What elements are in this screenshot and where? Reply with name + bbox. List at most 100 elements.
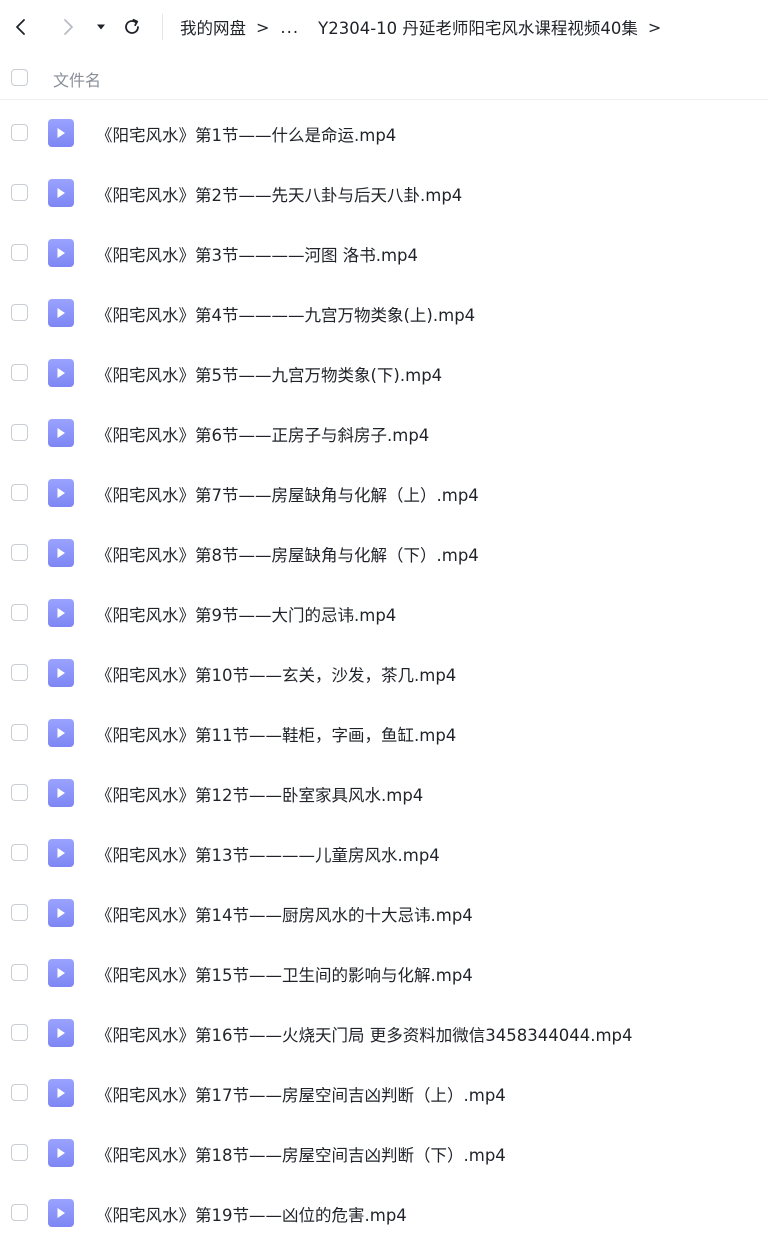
file-name: 《阳宅风水》第9节——大门的忌讳.mp4 bbox=[96, 606, 397, 625]
back-button[interactable] bbox=[7, 12, 35, 42]
video-file-icon bbox=[48, 119, 74, 147]
play-icon bbox=[57, 788, 65, 798]
file-checkbox[interactable] bbox=[11, 784, 28, 801]
file-checkbox[interactable] bbox=[11, 1144, 28, 1161]
file-checkbox[interactable] bbox=[11, 544, 28, 561]
play-icon bbox=[57, 548, 65, 558]
file-name: 《阳宅风水》第2节——先天八卦与后天八卦.mp4 bbox=[96, 186, 463, 205]
file-row[interactable]: 《阳宅风水》第11节——鞋柜，字画，鱼缸.mp4 bbox=[0, 703, 768, 763]
play-icon bbox=[57, 728, 65, 738]
file-checkbox[interactable] bbox=[11, 1024, 28, 1041]
video-file-icon bbox=[48, 539, 74, 567]
play-icon bbox=[57, 428, 65, 438]
file-row[interactable]: 《阳宅风水》第12节——卧室家具风水.mp4 bbox=[0, 763, 768, 823]
file-row[interactable]: 《阳宅风水》第17节——房屋空间吉凶判断（上）.mp4 bbox=[0, 1063, 768, 1123]
file-checkbox[interactable] bbox=[11, 424, 28, 441]
file-row[interactable]: 《阳宅风水》第5节——九宫万物类象(下).mp4 bbox=[0, 343, 768, 403]
play-icon bbox=[57, 908, 65, 918]
file-checkbox[interactable] bbox=[11, 904, 28, 921]
file-row[interactable]: 《阳宅风水》第14节——厨房风水的十大忌讳.mp4 bbox=[0, 883, 768, 943]
file-checkbox[interactable] bbox=[11, 1084, 28, 1101]
video-file-icon bbox=[48, 779, 74, 807]
file-checkbox[interactable] bbox=[11, 244, 28, 261]
play-icon bbox=[57, 1088, 65, 1098]
file-row[interactable]: 《阳宅风水》第7节——房屋缺角与化解（上）.mp4 bbox=[0, 463, 768, 523]
video-file-icon bbox=[48, 599, 74, 627]
breadcrumb-separator-end: > bbox=[647, 17, 662, 37]
file-row[interactable]: 《阳宅风水》第19节——凶位的危害.mp4 bbox=[0, 1183, 768, 1243]
play-icon bbox=[57, 188, 65, 198]
caret-down-icon bbox=[97, 24, 105, 30]
file-name: 《阳宅风水》第6节——正房子与斜房子.mp4 bbox=[96, 426, 430, 445]
file-name: 《阳宅风水》第3节————河图 洛书.mp4 bbox=[96, 246, 419, 265]
file-row[interactable]: 《阳宅风水》第2节——先天八卦与后天八卦.mp4 bbox=[0, 163, 768, 223]
file-row[interactable]: 《阳宅风水》第6节——正房子与斜房子.mp4 bbox=[0, 403, 768, 463]
file-row[interactable]: 《阳宅风水》第1节——什么是命运.mp4 bbox=[0, 103, 768, 163]
file-checkbox[interactable] bbox=[11, 604, 28, 621]
play-icon bbox=[57, 248, 65, 258]
breadcrumb-ellipsis[interactable]: ... bbox=[280, 18, 299, 37]
video-file-icon bbox=[48, 239, 74, 267]
file-name: 《阳宅风水》第12节——卧室家具风水.mp4 bbox=[96, 786, 424, 805]
file-name: 《阳宅风水》第7节——房屋缺角与化解（上）.mp4 bbox=[96, 486, 479, 505]
chevron-left-icon bbox=[16, 19, 25, 35]
breadcrumb: 我的网盘 > ... Y2304-10 丹延老师阳宅风水课程视频40集 > bbox=[180, 14, 672, 40]
play-icon bbox=[57, 308, 65, 318]
file-row[interactable]: 《阳宅风水》第8节——房屋缺角与化解（下）.mp4 bbox=[0, 523, 768, 583]
video-file-icon bbox=[48, 1199, 74, 1227]
file-checkbox[interactable] bbox=[11, 664, 28, 681]
play-icon bbox=[57, 1148, 65, 1158]
breadcrumb-current[interactable]: Y2304-10 丹延老师阳宅风水课程视频40集 bbox=[318, 15, 638, 39]
file-row[interactable]: 《阳宅风水》第16节——火烧天门局 更多资料加微信3458344044.mp4 bbox=[0, 1003, 768, 1063]
file-row[interactable]: 《阳宅风水》第10节——玄关，沙发，茶几.mp4 bbox=[0, 643, 768, 703]
file-name: 《阳宅风水》第14节——厨房风水的十大忌讳.mp4 bbox=[96, 906, 473, 925]
video-file-icon bbox=[48, 1019, 74, 1047]
file-checkbox[interactable] bbox=[11, 1204, 28, 1221]
file-row[interactable]: 《阳宅风水》第9节——大门的忌讳.mp4 bbox=[0, 583, 768, 643]
forward-button[interactable] bbox=[54, 12, 82, 42]
file-name: 《阳宅风水》第5节——九宫万物类象(下).mp4 bbox=[96, 366, 443, 385]
list-header: 文件名 bbox=[0, 56, 768, 100]
file-name: 《阳宅风水》第1节——什么是命运.mp4 bbox=[96, 126, 397, 145]
file-row[interactable]: 《阳宅风水》第13节————儿童房风水.mp4 bbox=[0, 823, 768, 883]
nav-divider bbox=[162, 14, 163, 40]
play-icon bbox=[57, 848, 65, 858]
file-name: 《阳宅风水》第15节——卫生间的影响与化解.mp4 bbox=[96, 966, 473, 985]
column-header-filename[interactable]: 文件名 bbox=[53, 67, 101, 91]
play-icon bbox=[57, 488, 65, 498]
video-file-icon bbox=[48, 899, 74, 927]
file-list: 《阳宅风水》第1节——什么是命运.mp4 《阳宅风水》第2节——先天八卦与后天八… bbox=[0, 103, 768, 1243]
file-checkbox[interactable] bbox=[11, 724, 28, 741]
play-icon bbox=[57, 1208, 65, 1218]
file-name: 《阳宅风水》第10节——玄关，沙发，茶几.mp4 bbox=[96, 666, 457, 685]
file-row[interactable]: 《阳宅风水》第15节——卫生间的影响与化解.mp4 bbox=[0, 943, 768, 1003]
select-all-checkbox[interactable] bbox=[11, 69, 28, 86]
file-name: 《阳宅风水》第11节——鞋柜，字画，鱼缸.mp4 bbox=[96, 726, 457, 745]
play-icon bbox=[57, 608, 65, 618]
video-file-icon bbox=[48, 179, 74, 207]
top-nav-bar: 我的网盘 > ... Y2304-10 丹延老师阳宅风水课程视频40集 > bbox=[0, 0, 768, 54]
file-checkbox[interactable] bbox=[11, 184, 28, 201]
video-file-icon bbox=[48, 719, 74, 747]
file-name: 《阳宅风水》第8节——房屋缺角与化解（下）.mp4 bbox=[96, 546, 479, 565]
file-checkbox[interactable] bbox=[11, 124, 28, 141]
history-dropdown-button[interactable] bbox=[88, 12, 114, 42]
file-checkbox[interactable] bbox=[11, 304, 28, 321]
file-row[interactable]: 《阳宅风水》第3节————河图 洛书.mp4 bbox=[0, 223, 768, 283]
refresh-button[interactable] bbox=[118, 12, 146, 42]
breadcrumb-root[interactable]: 我的网盘 bbox=[180, 15, 246, 39]
video-file-icon bbox=[48, 299, 74, 327]
file-name: 《阳宅风水》第4节————九宫万物类象(上).mp4 bbox=[96, 306, 476, 325]
video-file-icon bbox=[48, 1139, 74, 1167]
file-name: 《阳宅风水》第17节——房屋空间吉凶判断（上）.mp4 bbox=[96, 1086, 506, 1105]
video-file-icon bbox=[48, 419, 74, 447]
play-icon bbox=[57, 668, 65, 678]
file-checkbox[interactable] bbox=[11, 844, 28, 861]
file-checkbox[interactable] bbox=[11, 364, 28, 381]
file-checkbox[interactable] bbox=[11, 484, 28, 501]
file-row[interactable]: 《阳宅风水》第4节————九宫万物类象(上).mp4 bbox=[0, 283, 768, 343]
file-checkbox[interactable] bbox=[11, 964, 28, 981]
refresh-icon bbox=[125, 18, 139, 34]
breadcrumb-separator: > bbox=[256, 17, 270, 37]
file-row[interactable]: 《阳宅风水》第18节——房屋空间吉凶判断（下）.mp4 bbox=[0, 1123, 768, 1183]
